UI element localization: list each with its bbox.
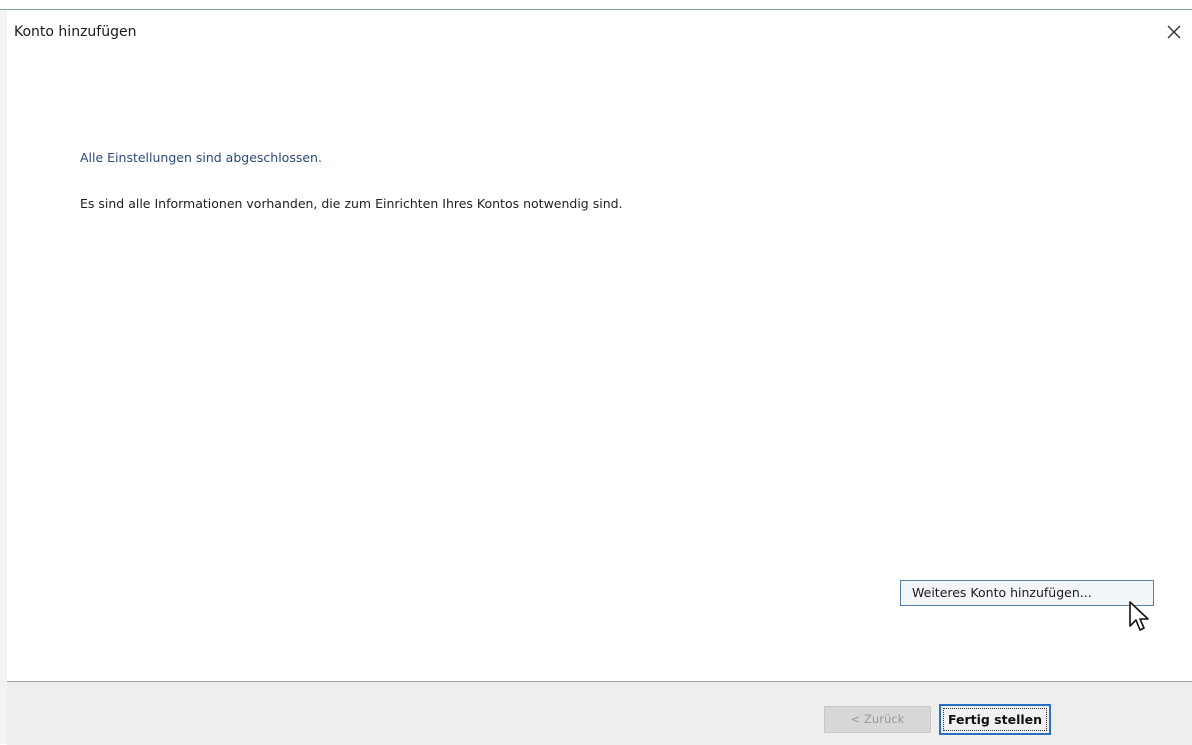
window-top-border [0,0,1192,10]
close-button[interactable] [1160,18,1188,46]
back-button[interactable]: < Zurück [824,706,931,733]
add-another-account-button[interactable]: Weiteres Konto hinzufügen... [900,580,1154,606]
completion-heading: Alle Einstellungen sind abgeschlossen. [80,150,322,165]
mouse-pointer-icon [1129,601,1149,631]
close-icon [1167,25,1181,39]
finish-button[interactable]: Fertig stellen [939,704,1051,735]
dialog-title: Konto hinzufügen [14,24,137,40]
window-left-border [0,10,7,744]
add-account-dialog: Konto hinzufügen Alle Einstellungen sind… [0,0,1192,745]
completion-info-text: Es sind alle Informationen vorhanden, di… [80,196,623,211]
